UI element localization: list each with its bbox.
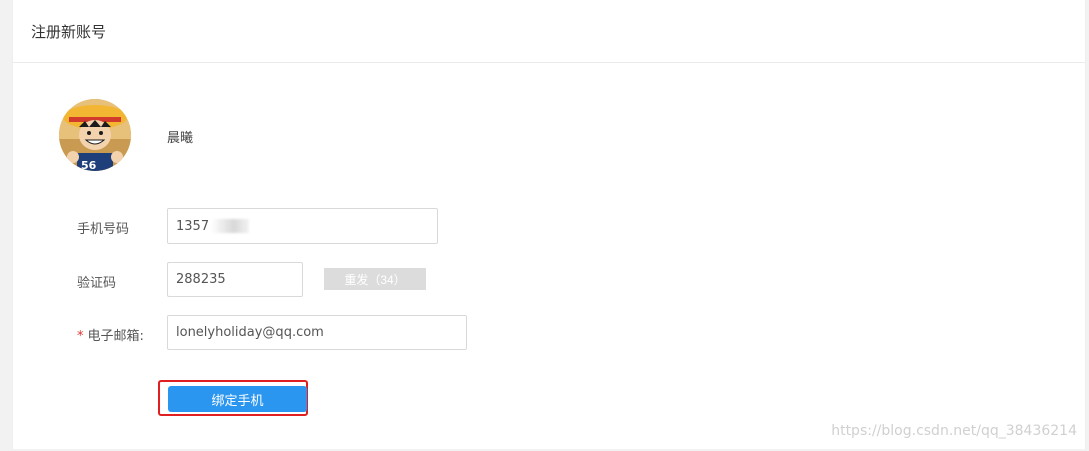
svg-text:56: 56: [81, 159, 97, 171]
resend-code-button[interactable]: 重发（34）: [324, 268, 426, 290]
username: 晨曦: [167, 131, 194, 146]
email-label-group: * 电子邮箱:: [77, 325, 144, 344]
email-value: lonelyholiday@qq.com: [176, 325, 324, 340]
code-input[interactable]: 288235: [167, 262, 303, 297]
avatar-icon: 56: [59, 99, 131, 171]
code-value: 288235: [176, 272, 226, 287]
card-header: 注册新账号: [13, 0, 1085, 63]
redacted-digits: [211, 219, 250, 233]
phone-value: 1357: [176, 218, 210, 234]
bind-phone-button[interactable]: 绑定手机: [168, 386, 307, 412]
required-mark: *: [77, 329, 84, 344]
avatar: 56: [59, 99, 131, 171]
register-card: 注册新账号 56 晨曦 手机号码 1357 验证码 288235 重发（34） …: [12, 0, 1086, 449]
watermark: https://blog.csdn.net/qq_38436214: [831, 423, 1077, 439]
email-input[interactable]: lonelyholiday@qq.com: [167, 315, 467, 350]
email-label: 电子邮箱:: [87, 329, 144, 344]
page-title: 注册新账号: [31, 22, 107, 41]
code-label: 验证码: [77, 276, 117, 291]
phone-input[interactable]: 1357: [167, 208, 438, 244]
phone-label: 手机号码: [77, 222, 130, 237]
